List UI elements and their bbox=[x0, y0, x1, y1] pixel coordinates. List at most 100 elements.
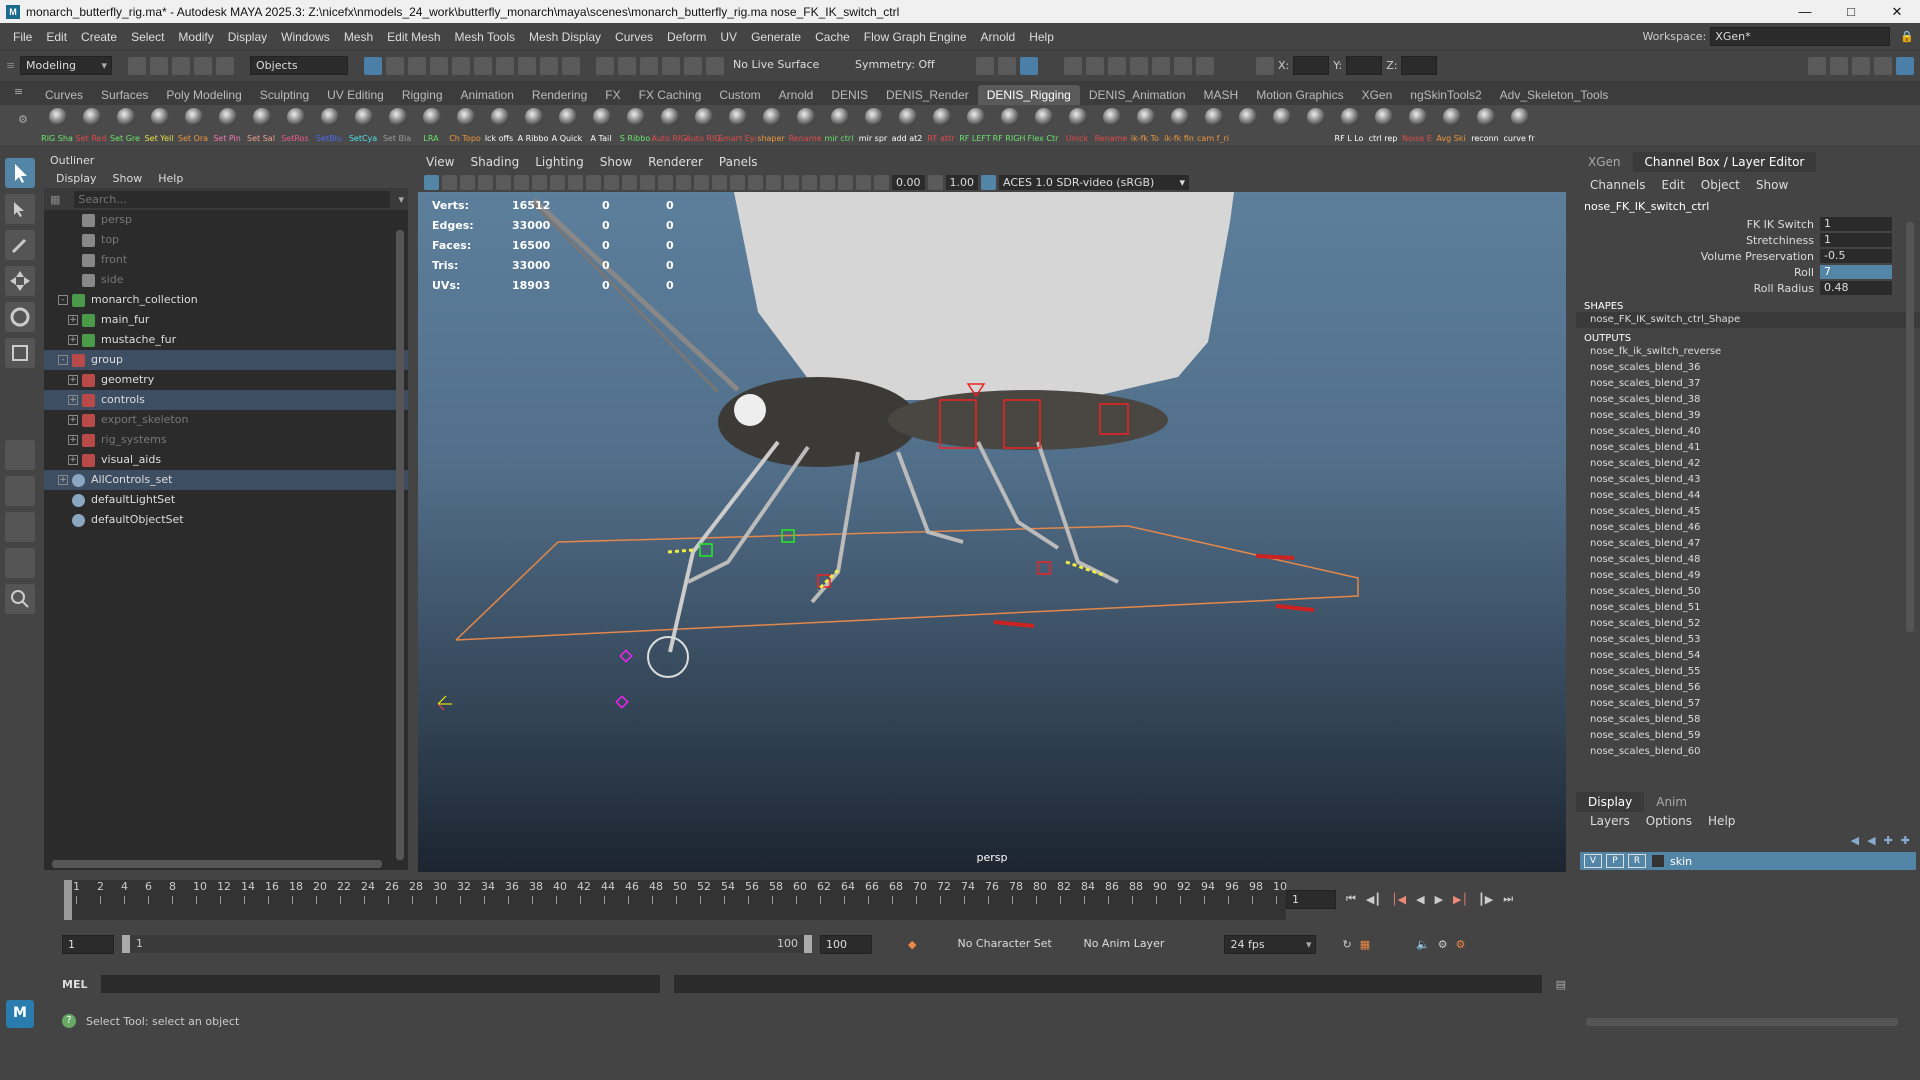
tab-anim[interactable]: Anim bbox=[1644, 792, 1699, 812]
grid-icon[interactable] bbox=[496, 174, 511, 190]
xray-icon[interactable] bbox=[820, 174, 835, 190]
shelf-button[interactable]: mir ctrl bbox=[822, 106, 856, 144]
shelf-button[interactable]: curve fr bbox=[1502, 106, 1536, 144]
shelf-tab-rigging[interactable]: Rigging bbox=[393, 85, 452, 105]
outliner-menu-show[interactable]: Show bbox=[113, 170, 143, 188]
layer-hscrollbar[interactable] bbox=[1586, 1018, 1898, 1026]
expand-icon[interactable]: + bbox=[68, 415, 78, 425]
leg-front[interactable] bbox=[668, 440, 780, 653]
leg-back-2[interactable] bbox=[1036, 441, 1119, 584]
leg-back[interactable] bbox=[976, 441, 1060, 550]
channel-attribute-value[interactable]: 7 bbox=[1820, 265, 1892, 279]
search-icon[interactable] bbox=[5, 584, 35, 614]
modeling-toolkit-icon[interactable] bbox=[1808, 56, 1826, 75]
ground-plane-curve[interactable] bbox=[455, 525, 1359, 641]
fps-dropdown[interactable]: 24 fps ▾ bbox=[1224, 934, 1317, 954]
output-node[interactable]: nose_scales_blend_38 bbox=[1576, 392, 1920, 408]
filter-icon[interactable]: ▦ bbox=[50, 193, 60, 206]
paint-select-tool-icon[interactable] bbox=[5, 230, 35, 260]
shelf-tab-motion-graphics[interactable]: Motion Graphics bbox=[1247, 85, 1352, 105]
camera-attributes-icon[interactable] bbox=[442, 174, 457, 190]
shelf-tab-denis-rigging[interactable]: DENIS_Rigging bbox=[977, 85, 1080, 105]
shelf-tab-denis[interactable]: DENIS bbox=[822, 85, 877, 105]
redo-icon[interactable] bbox=[216, 56, 234, 75]
channel-attribute-value[interactable]: -0.5 bbox=[1820, 249, 1892, 263]
symmetry-dropdown[interactable]: Symmetry: Off bbox=[850, 56, 958, 75]
menu-item-arnold[interactable]: Arnold bbox=[974, 30, 1023, 44]
pole-vector-control-2[interactable] bbox=[615, 695, 629, 709]
shelf-tab-adv-skeleton-tools[interactable]: Adv_Skeleton_Tools bbox=[1491, 85, 1618, 105]
shelf-button[interactable]: A Quick bbox=[550, 106, 584, 144]
lock-icon[interactable]: 🔒 bbox=[1900, 30, 1914, 43]
gate-mask-icon[interactable] bbox=[550, 174, 565, 190]
menu-item-windows[interactable]: Windows bbox=[274, 30, 337, 44]
channel-attribute-row[interactable]: Roll Radius 0.48 bbox=[1576, 280, 1920, 296]
expand-icon[interactable]: + bbox=[68, 375, 78, 385]
menu-item-modify[interactable]: Modify bbox=[171, 30, 220, 44]
shelf-button[interactable]: Set Yell bbox=[142, 106, 176, 144]
snap-point-icon[interactable] bbox=[640, 56, 658, 75]
bookmark-icon[interactable] bbox=[460, 174, 475, 190]
output-node[interactable]: nose_scales_blend_36 bbox=[1576, 360, 1920, 376]
undo-icon[interactable] bbox=[194, 56, 212, 75]
output-node[interactable]: nose_scales_blend_44 bbox=[1576, 488, 1920, 504]
outliner-row[interactable]: + AllControls_set bbox=[44, 470, 408, 490]
output-node[interactable]: nose_fk_ik_switch_reverse bbox=[1576, 344, 1920, 360]
snap-view-icon[interactable] bbox=[662, 56, 680, 75]
color-management-icon[interactable] bbox=[981, 174, 996, 190]
output-node[interactable]: nose_scales_blend_58 bbox=[1576, 712, 1920, 728]
output-node[interactable]: nose_scales_blend_43 bbox=[1576, 472, 1920, 488]
outliner-menu-help[interactable]: Help bbox=[158, 170, 183, 188]
render-frame-icon[interactable] bbox=[998, 56, 1016, 75]
play-forwards-icon[interactable]: ▶ bbox=[1435, 893, 1443, 906]
field-chart-icon[interactable] bbox=[568, 174, 583, 190]
safe-action-icon[interactable] bbox=[586, 174, 601, 190]
shelf-button[interactable] bbox=[1230, 106, 1264, 144]
shelf-button[interactable]: Noise E bbox=[1400, 106, 1434, 144]
foot-curve-control[interactable] bbox=[647, 636, 689, 678]
wing-mesh[interactable] bbox=[734, 192, 1234, 400]
channel-attribute-row[interactable]: Stretchiness 1 bbox=[1576, 232, 1920, 248]
shelf-options-icon[interactable]: ⚙ bbox=[18, 113, 28, 126]
tab-display[interactable]: Display bbox=[1576, 792, 1645, 812]
xray-joints-icon[interactable] bbox=[838, 174, 853, 190]
outliner-row[interactable]: defaultLightSet bbox=[44, 490, 408, 510]
output-node[interactable]: nose_scales_blend_41 bbox=[1576, 440, 1920, 456]
shadows-icon[interactable] bbox=[712, 174, 727, 190]
loop-icon[interactable]: ↻ bbox=[1342, 938, 1351, 951]
highlight-icon[interactable] bbox=[562, 56, 580, 75]
tab-xgen[interactable]: XGen bbox=[1576, 152, 1633, 172]
abdomen[interactable] bbox=[888, 390, 1168, 450]
shelf-button[interactable]: ctrl rep bbox=[1366, 106, 1400, 144]
menu-item-mesh[interactable]: Mesh bbox=[337, 30, 380, 44]
shelf-button[interactable]: S Ribbo bbox=[618, 106, 652, 144]
select-hierarchy-icon[interactable] bbox=[364, 56, 382, 75]
viewport-menu-panels[interactable]: Panels bbox=[719, 152, 758, 172]
3d-scene[interactable]: Verts: 16512 0 0 Edges: 33000 0 0 Faces: 16500 0 0 T… bbox=[418, 192, 1566, 872]
expand-icon[interactable]: - bbox=[58, 355, 68, 365]
menu-item-cache[interactable]: Cache bbox=[808, 30, 857, 44]
z-field[interactable] bbox=[1401, 56, 1438, 75]
layer-menu-options[interactable]: Options bbox=[1646, 814, 1692, 834]
resolution-gate-icon[interactable] bbox=[532, 174, 547, 190]
y-field[interactable] bbox=[1346, 56, 1383, 75]
step-back-key-icon[interactable]: │◀ bbox=[1391, 893, 1406, 906]
move-tool-icon[interactable] bbox=[5, 266, 35, 296]
shelf-button[interactable]: Rename bbox=[1094, 106, 1128, 144]
auto-key-icon[interactable]: ◆ bbox=[908, 938, 916, 951]
shelf-tab-arnold[interactable]: Arnold bbox=[770, 85, 823, 105]
shelf-button[interactable]: RF L Lo bbox=[1332, 106, 1366, 144]
hypershade-icon[interactable] bbox=[1130, 56, 1148, 75]
output-node[interactable]: nose_scales_blend_53 bbox=[1576, 632, 1920, 648]
channel-attribute-name[interactable]: Roll bbox=[1576, 266, 1820, 279]
gamma-field[interactable]: 1.00 bbox=[945, 174, 978, 190]
exposure-icon[interactable] bbox=[874, 174, 889, 190]
mask3-icon[interactable] bbox=[474, 56, 492, 75]
expand-icon[interactable]: + bbox=[58, 475, 68, 485]
menu-item-curves[interactable]: Curves bbox=[608, 30, 660, 44]
expand-icon[interactable] bbox=[68, 255, 78, 265]
shelf-button[interactable]: reconn bbox=[1468, 106, 1502, 144]
channel-attribute-name[interactable]: Stretchiness bbox=[1576, 234, 1820, 247]
shelf-button[interactable]: Set Bla bbox=[380, 106, 414, 144]
outliner-menu-display[interactable]: Display bbox=[56, 170, 97, 188]
